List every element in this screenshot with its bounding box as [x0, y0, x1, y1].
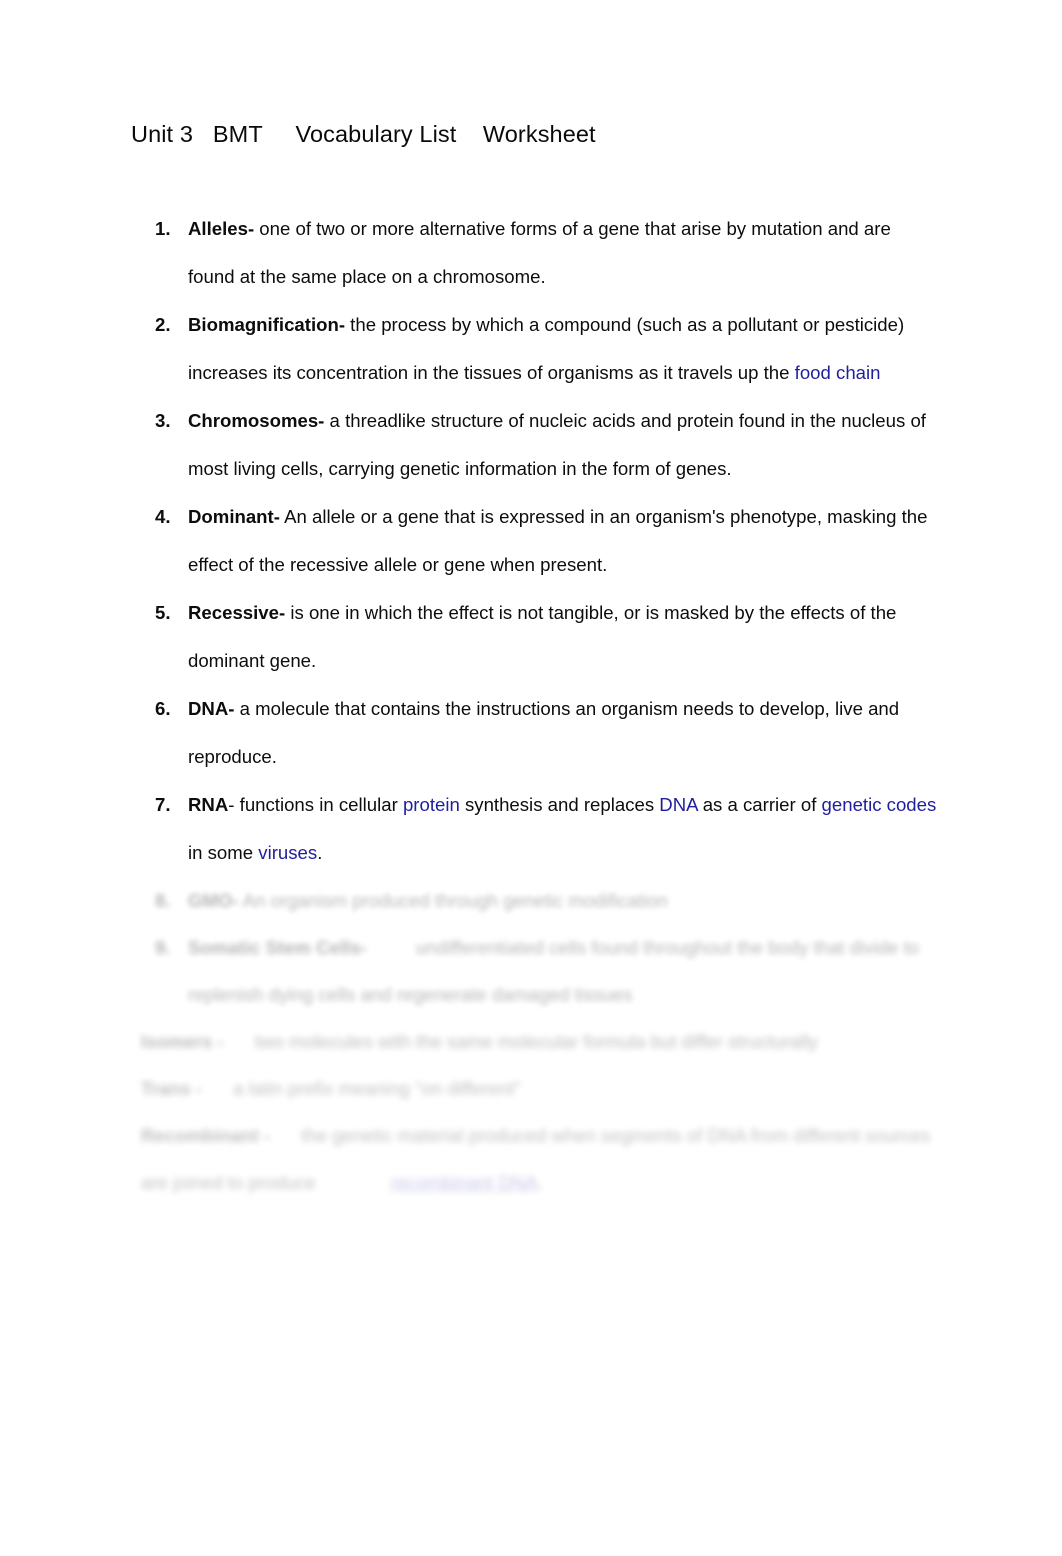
vocab-term: DNA-: [188, 698, 235, 719]
list-item: 5. Recessive- is one in which the effect…: [131, 589, 941, 685]
vocab-definition: two molecules with the same molecular fo…: [249, 1031, 818, 1052]
vocab-definition-tail: .: [537, 1172, 543, 1193]
list-item-number: 1.: [155, 218, 171, 239]
vocab-term: RNA: [188, 794, 229, 815]
list-item-number: 4.: [155, 506, 171, 527]
list-item-number: 7.: [155, 794, 171, 815]
genetic-codes-link[interactable]: genetic codes: [822, 794, 937, 815]
vocab-term: Biomagnification-: [188, 314, 346, 335]
vocab-term: GMO-: [188, 890, 239, 911]
vocab-definition-part: in some: [188, 842, 259, 863]
list-item: 9. Somatic Stem Cells- undifferentiated …: [131, 924, 941, 1018]
vocab-term: Dominant-: [188, 506, 280, 527]
vocab-term: Alleles-: [188, 218, 255, 239]
recombinant-dna-link[interactable]: recombinant DNA: [391, 1172, 538, 1193]
document-page: Unit 3 BMT Vocabulary List Worksheet 1. …: [0, 0, 1062, 1556]
list-item-number: 2.: [155, 314, 171, 335]
list-item: 11. Trans - a latin prefix meaning "on d…: [131, 1065, 941, 1112]
vocab-definition: a molecule that contains the instruction…: [188, 698, 900, 767]
vocab-term: Recombinant -: [141, 1125, 271, 1146]
vocab-definition-part: as a carrier of: [697, 794, 822, 815]
vocab-term: Isomers -: [141, 1031, 224, 1052]
list-item: 10. Isomers - two molecules with the sam…: [131, 1018, 941, 1065]
list-item-number: 9.: [155, 937, 171, 958]
list-item-number: 6.: [155, 698, 171, 719]
list-item: 7. RNA- functions in cellular protein sy…: [131, 781, 941, 877]
list-item: 2. Biomagnification- the process by whic…: [131, 301, 941, 397]
list-item: 12. Recombinant - the genetic material p…: [131, 1112, 941, 1206]
page-title: Unit 3 BMT Vocabulary List Worksheet: [131, 121, 596, 147]
vocab-definition-part: .: [317, 842, 323, 863]
dna-link[interactable]: DNA: [659, 794, 697, 815]
list-item: 1. Alleles- one of two or more alternati…: [131, 205, 941, 301]
protein-link[interactable]: protein: [403, 794, 460, 815]
list-item: 6. DNA- a molecule that contains the ins…: [131, 685, 941, 781]
list-item-number: 8.: [155, 890, 171, 911]
list-item-number: 5.: [155, 602, 171, 623]
vocab-definition-part: - functions in cellular: [228, 794, 403, 815]
vocab-term: Somatic Stem Cells-: [188, 937, 367, 958]
vocabulary-list: 1. Alleles- one of two or more alternati…: [131, 205, 941, 1206]
vocab-term: Recessive-: [188, 602, 286, 623]
vocab-definition: An allele or a gene that is expressed in…: [188, 506, 928, 575]
food-chain-link[interactable]: food chain: [795, 362, 881, 383]
list-item: 3. Chromosomes- a threadlike structure o…: [131, 397, 941, 493]
vocab-term: Trans -: [141, 1078, 202, 1099]
vocab-definition: a latin prefix meaning "on different": [227, 1078, 521, 1099]
list-item-number: 3.: [155, 410, 171, 431]
list-item: 8. GMO- An organism produced through gen…: [131, 877, 941, 924]
list-item: 4. Dominant- An allele or a gene that is…: [131, 493, 941, 589]
vocab-definition: is one in which the effect is not tangib…: [188, 602, 897, 671]
vocab-definition: one of two or more alternative forms of …: [188, 218, 891, 287]
viruses-link[interactable]: viruses: [258, 842, 317, 863]
vocab-definition-part: synthesis and replaces: [459, 794, 660, 815]
vocab-term: Chromosomes-: [188, 410, 325, 431]
vocab-definition: An organism produced through genetic mod…: [238, 890, 668, 911]
